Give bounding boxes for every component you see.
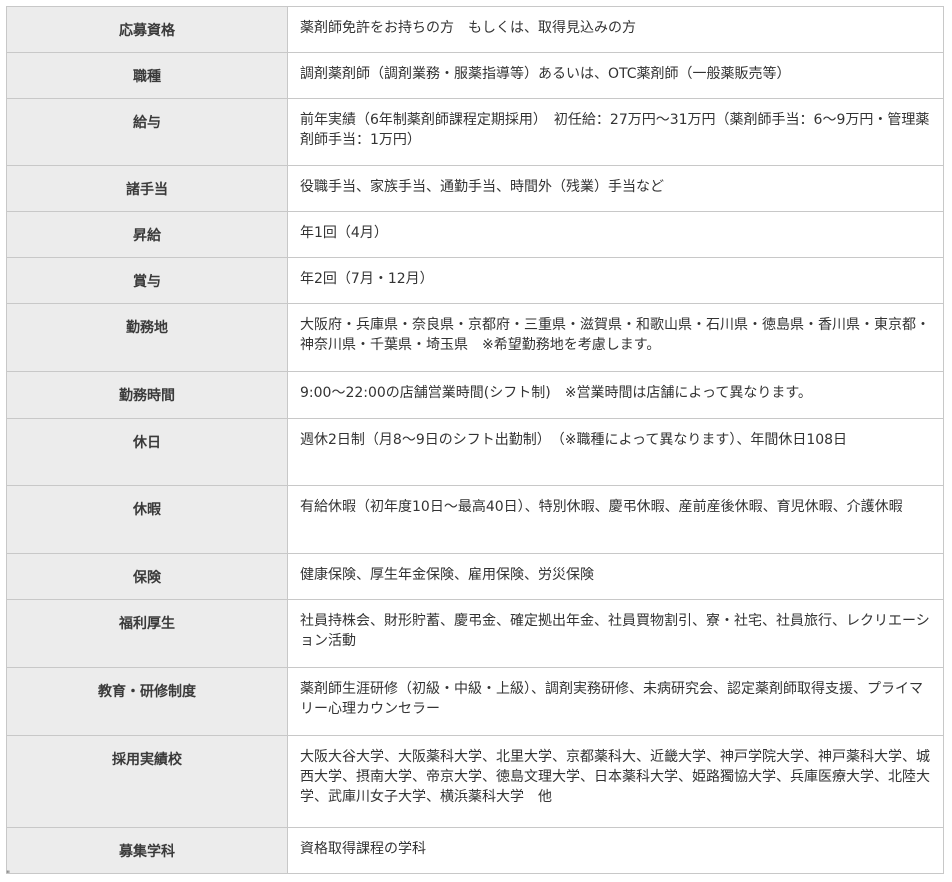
- row-label: 休暇: [133, 502, 161, 518]
- table-row: 保険 健康保険、厚生年金保険、雇用保険、労災保険: [6, 553, 944, 600]
- row-value: 調剤薬剤師（調剤業務・服薬指導等）あるいは、OTC薬剤師（一般薬販売等）: [300, 66, 791, 82]
- table-row: 昇給 年1回（4月）: [6, 211, 944, 258]
- row-value: 薬剤師生涯研修（初級・中級・上級）、調剤実務研修、未病研究会、認定薬剤師取得支援…: [300, 681, 923, 717]
- row-value: 資格取得課程の学科: [300, 841, 426, 857]
- table-row: 教育・研修制度 薬剤師生涯研修（初級・中級・上級）、調剤実務研修、未病研究会、認…: [6, 667, 944, 736]
- row-value: 大阪大谷大学、大阪薬科大学、北里大学、京都薬科大、近畿大学、神戸学院大学、神戸薬…: [300, 749, 930, 805]
- row-value-cell: 年2回（7月・12月）: [287, 257, 944, 304]
- row-value: 社員持株会、財形貯蓄、慶弔金、確定拠出年金、社員買物割引、寮・社宅、社員旅行、レ…: [300, 613, 930, 649]
- table-row: 福利厚生 社員持株会、財形貯蓄、慶弔金、確定拠出年金、社員買物割引、寮・社宅、社…: [6, 599, 944, 668]
- row-value-cell: 前年実績（6年制薬剤師課程定期採用） 初任給：27万円〜31万円（薬剤師手当：6…: [287, 98, 944, 166]
- row-value-cell: 大阪大谷大学、大阪薬科大学、北里大学、京都薬科大、近畿大学、神戸学院大学、神戸薬…: [287, 735, 944, 828]
- table-row: 勤務地 大阪府・兵庫県・奈良県・京都府・三重県・滋賀県・和歌山県・石川県・徳島県…: [6, 303, 944, 372]
- row-label: 採用実績校: [112, 752, 182, 768]
- row-label-cell: 福利厚生: [6, 599, 288, 668]
- row-value-cell: 資格取得課程の学科: [287, 827, 944, 874]
- row-value-cell: 薬剤師生涯研修（初級・中級・上級）、調剤実務研修、未病研究会、認定薬剤師取得支援…: [287, 667, 944, 736]
- row-label-cell: 教育・研修制度: [6, 667, 288, 736]
- row-label: 教育・研修制度: [98, 684, 196, 700]
- row-label-cell: 諸手当: [6, 165, 288, 212]
- row-value-cell: 年1回（4月）: [287, 211, 944, 258]
- table-row: 休日 週休2日制（月8〜9日のシフト出勤制） （※職種によって異なります）、年間…: [6, 418, 944, 486]
- table-row: 応募資格 薬剤師免許をお持ちの方 もしくは、取得見込みの方: [6, 6, 944, 53]
- row-label-cell: 休暇: [6, 485, 288, 554]
- row-label-cell: 職種: [6, 52, 288, 99]
- row-value: 前年実績（6年制薬剤師課程定期採用） 初任給：27万円〜31万円（薬剤師手当：6…: [300, 112, 930, 148]
- table-row: 諸手当 役職手当、家族手当、通勤手当、時間外（残業）手当など: [6, 165, 944, 212]
- row-label: 休日: [133, 435, 161, 451]
- row-value-cell: 社員持株会、財形貯蓄、慶弔金、確定拠出年金、社員買物割引、寮・社宅、社員旅行、レ…: [287, 599, 944, 668]
- row-label: 勤務地: [126, 320, 168, 336]
- row-label-cell: 昇給: [6, 211, 288, 258]
- row-value: 9:00〜22:00の店舗営業時間(シフト制) ※営業時間は店舗によって異なりま…: [300, 385, 812, 401]
- row-label-cell: 休日: [6, 418, 288, 486]
- row-label: 職種: [133, 69, 161, 85]
- row-label: 応募資格: [119, 23, 175, 39]
- row-label-cell: 勤務地: [6, 303, 288, 372]
- table-row: 募集学科 資格取得課程の学科: [6, 827, 944, 874]
- table-row: 勤務時間 9:00〜22:00の店舗営業時間(シフト制) ※営業時間は店舗によっ…: [6, 371, 944, 419]
- row-value-cell: 役職手当、家族手当、通勤手当、時間外（残業）手当など: [287, 165, 944, 212]
- row-value-cell: 薬剤師免許をお持ちの方 もしくは、取得見込みの方: [287, 6, 944, 53]
- row-label: 昇給: [133, 228, 161, 244]
- row-label: 募集学科: [119, 844, 175, 860]
- row-label: 保険: [133, 570, 161, 586]
- table-row: 採用実績校 大阪大谷大学、大阪薬科大学、北里大学、京都薬科大、近畿大学、神戸学院…: [6, 735, 944, 828]
- row-label: 勤務時間: [119, 388, 175, 404]
- row-label: 福利厚生: [119, 616, 175, 632]
- row-label-cell: 勤務時間: [6, 371, 288, 419]
- row-value-cell: 健康保険、厚生年金保険、雇用保険、労災保険: [287, 553, 944, 600]
- row-value: 大阪府・兵庫県・奈良県・京都府・三重県・滋賀県・和歌山県・石川県・徳島県・香川県…: [300, 317, 930, 353]
- row-value: 年2回（7月・12月）: [300, 271, 434, 287]
- row-label-cell: 保険: [6, 553, 288, 600]
- row-label: 賞与: [133, 274, 161, 290]
- row-label: 給与: [133, 115, 161, 131]
- row-label-cell: 給与: [6, 98, 288, 166]
- table-row: 賞与 年2回（7月・12月）: [6, 257, 944, 304]
- row-label-cell: 採用実績校: [6, 735, 288, 828]
- footer-mark: ": [6, 870, 11, 880]
- row-label-cell: 募集学科: [6, 827, 288, 874]
- table-row: 給与 前年実績（6年制薬剤師課程定期採用） 初任給：27万円〜31万円（薬剤師手…: [6, 98, 944, 166]
- row-value: 役職手当、家族手当、通勤手当、時間外（残業）手当など: [300, 179, 664, 195]
- row-value-cell: 週休2日制（月8〜9日のシフト出勤制） （※職種によって異なります）、年間休日1…: [287, 418, 944, 486]
- table-row: 職種 調剤薬剤師（調剤業務・服薬指導等）あるいは、OTC薬剤師（一般薬販売等）: [6, 52, 944, 99]
- table-row: 休暇 有給休暇（初年度10日〜最高40日）、特別休暇、慶弔休暇、産前産後休暇、育…: [6, 485, 944, 554]
- row-value-cell: 大阪府・兵庫県・奈良県・京都府・三重県・滋賀県・和歌山県・石川県・徳島県・香川県…: [287, 303, 944, 372]
- row-value: 有給休暇（初年度10日〜最高40日）、特別休暇、慶弔休暇、産前産後休暇、育児休暇…: [300, 499, 903, 515]
- row-label: 諸手当: [126, 182, 168, 198]
- row-value-cell: 9:00〜22:00の店舗営業時間(シフト制) ※営業時間は店舗によって異なりま…: [287, 371, 944, 419]
- row-value: 健康保険、厚生年金保険、雇用保険、労災保険: [300, 567, 594, 583]
- row-value: 週休2日制（月8〜9日のシフト出勤制） （※職種によって異なります）、年間休日1…: [300, 432, 848, 448]
- row-value-cell: 有給休暇（初年度10日〜最高40日）、特別休暇、慶弔休暇、産前産後休暇、育児休暇…: [287, 485, 944, 554]
- row-label-cell: 応募資格: [6, 6, 288, 53]
- row-value: 年1回（4月）: [300, 225, 388, 241]
- row-label-cell: 賞与: [6, 257, 288, 304]
- row-value: 薬剤師免許をお持ちの方 もしくは、取得見込みの方: [300, 20, 636, 36]
- job-requirements-table: 応募資格 薬剤師免許をお持ちの方 もしくは、取得見込みの方 職種 調剤薬剤師（調…: [6, 6, 944, 874]
- row-value-cell: 調剤薬剤師（調剤業務・服薬指導等）あるいは、OTC薬剤師（一般薬販売等）: [287, 52, 944, 99]
